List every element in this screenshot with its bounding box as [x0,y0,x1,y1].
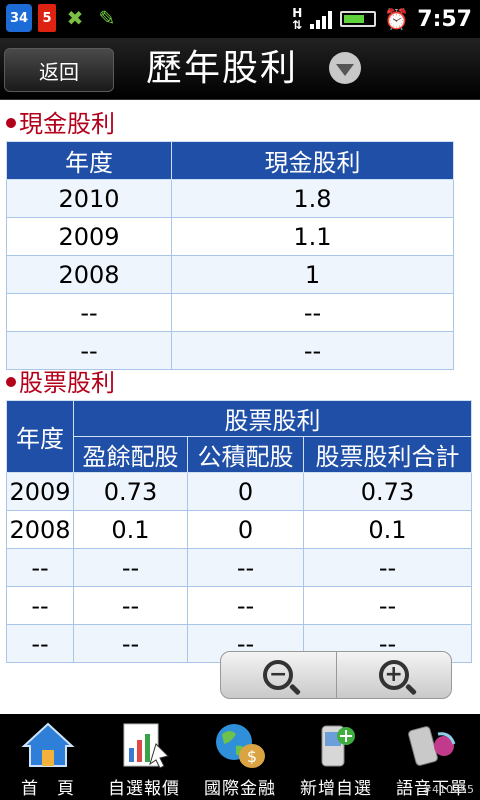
table-row: -- -- [6,331,454,370]
network-type-indicator: H ⇅ [292,6,303,32]
back-button[interactable]: 返回 [4,48,114,92]
cell-cash-dividend: 1.1 [171,217,454,256]
cell-cash-dividend: 1.8 [171,179,454,218]
bullet-icon [6,377,16,387]
column-group-header-stock-dividend: 股票股利 [73,400,472,437]
cell-earnings-distribution: -- [73,586,188,625]
title-bar: 返回 歷年股利 [0,38,480,100]
cell-stock-dividend-total: -- [303,586,472,625]
cell-earnings-distribution: -- [73,548,188,587]
cash-dividend-table: 年度 現金股利 2010 1.8 2009 1.1 2008 1 -- -- - [6,141,454,370]
zoom-out-icon: − [263,660,294,690]
watchlist-icon [116,720,172,770]
table-row: -- -- [6,293,454,332]
bullet-icon [6,118,16,128]
battery-icon [340,11,377,27]
cell-earnings-distribution: -- [73,624,188,663]
cell-year: 2009 [6,217,172,256]
voice-order-icon [404,720,460,770]
column-header-earnings-distribution: 盈餘配股 [73,436,188,473]
nav-label: 自選報價 [108,779,180,799]
table-row: 2009 1.1 [6,217,454,256]
pen-icon: ✎ [98,6,116,30]
cell-year: 2009 [6,472,74,511]
cell-stock-dividend-total: -- [303,548,472,587]
nav-item-watchlist-quotes[interactable]: 自選報價 [96,714,192,800]
cell-year: -- [6,548,74,587]
cell-year: 2008 [6,255,172,294]
cell-year: -- [6,293,172,332]
cell-year: 2010 [6,179,172,218]
home-icon [20,720,76,770]
zoom-in-button[interactable]: + [335,652,452,698]
cell-capital-reserve-distribution: -- [187,586,304,625]
calendar-notification-icon: 34 [6,4,32,32]
column-header-year: 年度 [6,141,172,180]
android-debug-icon: ✖ [66,6,84,30]
stock-dividend-table: 年度 股票股利 盈餘配股 公積配股 股票股利合計 2009 0.73 0 0.7… [6,400,472,663]
cell-stock-dividend-total: 0.1 [303,510,472,549]
cell-earnings-distribution: 0.1 [73,510,188,549]
clock: 7:57 [417,6,472,32]
cell-capital-reserve-distribution: 0 [187,472,304,511]
dropdown-icon[interactable] [329,52,361,84]
table-row: 2008 0.1 0 0.1 [6,510,472,549]
column-header-year: 年度 [6,400,74,473]
nav-item-international-finance[interactable]: $ 國際金融 [192,714,288,800]
nav-label: 國際金融 [204,779,276,799]
column-header-capital-reserve-distribution: 公積配股 [187,436,304,473]
nav-label: 首 頁 [21,779,75,799]
cell-year: -- [6,624,74,663]
table-row: -- -- -- -- [6,586,472,625]
cell-cash-dividend: 1 [171,255,454,294]
table-row: -- -- -- -- [6,548,472,587]
nav-label: 新增自選 [300,779,372,799]
column-header-stock-dividend-total: 股票股利合計 [303,436,472,473]
cell-earnings-distribution: 0.73 [73,472,188,511]
cell-stock-dividend-total: 0.73 [303,472,472,511]
page-title: 歷年股利 [146,48,299,89]
alarm-icon: ⏰ [384,7,410,31]
zoom-in-icon: + [378,660,409,690]
globe-money-icon: $ [212,720,268,770]
bottom-navigation: 首 頁 自選報價 $ 國際金融 新增自選 語音下單 #410255 [0,714,480,800]
cash-dividend-section-title: 現金股利 [6,110,115,138]
cell-year: -- [6,331,172,370]
table-row: 2009 0.73 0 0.73 [6,472,472,511]
watermark: #410255 [422,783,474,796]
zoom-controls: − + [220,651,452,699]
status-bar: 34 5 ✖ ✎ H ⇅ ⏰ 7:57 [0,0,480,38]
zoom-out-button[interactable]: − [221,652,336,698]
cell-cash-dividend: -- [171,331,454,370]
svg-text:$: $ [247,747,257,766]
app-notification-icon: 5 [38,4,56,32]
nav-item-home[interactable]: 首 頁 [0,714,96,800]
cell-cash-dividend: -- [171,293,454,332]
cell-capital-reserve-distribution: 0 [187,510,304,549]
column-header-cash-dividend: 現金股利 [171,141,454,180]
cell-year: -- [6,586,74,625]
nav-item-add-watchlist[interactable]: 新增自選 [288,714,384,800]
cell-capital-reserve-distribution: -- [187,548,304,587]
stock-dividend-section-title: 股票股利 [6,369,115,397]
add-watchlist-icon [308,720,364,770]
signal-icon [310,9,333,29]
table-row: 2008 1 [6,255,454,294]
table-row: 2010 1.8 [6,179,454,218]
cell-year: 2008 [6,510,74,549]
screen: 34 5 ✖ ✎ H⇅ ⏰ 7:57 返回 歷年股利 現金股利 年度 現金股利 [0,0,480,800]
